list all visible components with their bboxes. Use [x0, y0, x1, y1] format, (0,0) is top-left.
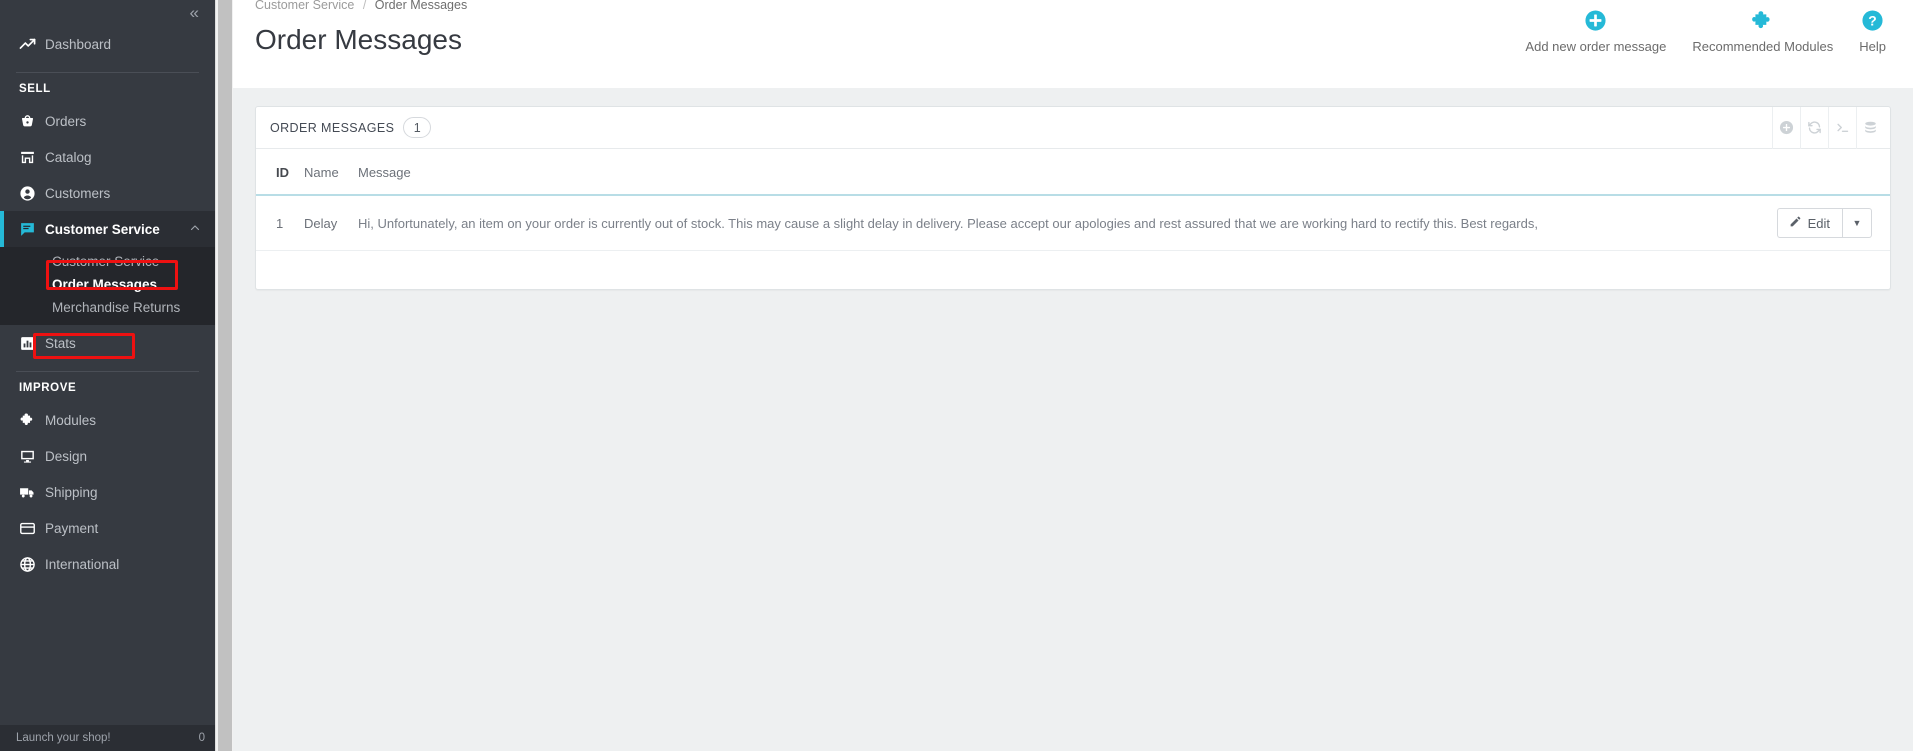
- question-circle-icon: ?: [1861, 8, 1884, 32]
- sidebar-item-design[interactable]: Design: [0, 438, 215, 474]
- sidebar-item-label: Dashboard: [45, 36, 112, 52]
- add-new-order-message-button[interactable]: Add new order message: [1512, 6, 1679, 56]
- table-head: ID Name Message: [256, 149, 1890, 196]
- panel-action-buttons: [1772, 106, 1890, 149]
- basket-icon: [19, 113, 45, 130]
- sidebar-subitem-merchandise-returns[interactable]: Merchandise Returns: [0, 296, 215, 319]
- refresh-icon[interactable]: [1800, 106, 1828, 149]
- puzzle-icon: [19, 412, 45, 429]
- edit-dropdown-toggle[interactable]: ▼: [1842, 208, 1872, 238]
- sidebar-submenu-customer-service: Customer Service Order Messages Merchand…: [0, 247, 215, 325]
- globe-icon: [19, 556, 45, 573]
- page-header: Customer Service / Order Messages Order …: [233, 0, 1913, 88]
- edit-button[interactable]: Edit: [1776, 208, 1842, 238]
- sidebar-item-label: International: [45, 556, 120, 572]
- page-content: ORDER MESSAGES 1 ID Name Message 1 Delay…: [233, 88, 1913, 751]
- cell-message: Hi, Unfortunately, an item on your order…: [352, 195, 1770, 251]
- sidebar-item-customer-service[interactable]: Customer Service: [0, 211, 215, 247]
- sidebar-item-modules[interactable]: Modules: [0, 402, 215, 438]
- pencil-icon: [1789, 215, 1802, 231]
- cell-actions: Edit ▼: [1770, 195, 1890, 251]
- sidebar-subitem-order-messages[interactable]: Order Messages: [0, 273, 215, 296]
- chevron-up-icon: [189, 222, 201, 237]
- panel-title-group: ORDER MESSAGES 1: [270, 117, 432, 138]
- breadcrumb-parent[interactable]: Customer Service: [255, 0, 354, 11]
- column-header-message[interactable]: Message: [352, 149, 1770, 196]
- recommended-modules-button[interactable]: Recommended Modules: [1679, 6, 1846, 56]
- credit-card-icon: [19, 520, 45, 537]
- user-circle-icon: [19, 185, 45, 202]
- puzzle-icon: [1751, 8, 1774, 32]
- sidebar-item-orders[interactable]: Orders: [0, 103, 215, 139]
- panel-title-text: ORDER MESSAGES: [270, 120, 395, 135]
- toolbar-button-label: Recommended Modules: [1692, 39, 1834, 54]
- plus-circle-icon: [1584, 8, 1607, 32]
- trend-up-icon: [19, 36, 45, 53]
- panel-count-badge: 1: [403, 117, 432, 138]
- sidebar-collapse-button[interactable]: «: [0, 0, 215, 26]
- sidebar-item-stats[interactable]: Stats: [0, 325, 215, 361]
- sidebar-item-label: Shipping: [45, 484, 98, 500]
- database-icon[interactable]: [1856, 106, 1890, 149]
- sidebar-item-shipping[interactable]: Shipping: [0, 474, 215, 510]
- panel-footer: [256, 251, 1890, 289]
- breadcrumb-current: Order Messages: [374, 0, 468, 11]
- sidebar-item-dashboard[interactable]: Dashboard: [0, 26, 215, 62]
- sidebar-section-improve: IMPROVE: [19, 382, 77, 394]
- bar-chart-icon: [19, 335, 45, 352]
- monitor-icon: [19, 448, 45, 465]
- page-toolbar: Add new order message Recommended Module…: [1512, 6, 1899, 56]
- sidebar-subitem-customer-service[interactable]: Customer Service: [0, 250, 215, 273]
- sidebar-item-label: Stats: [45, 335, 76, 351]
- sidebar-item-label: Catalog: [45, 149, 92, 165]
- sidebar-item-label: Customer Service: [45, 221, 160, 237]
- svg-text:?: ?: [1868, 12, 1876, 28]
- column-header-actions: [1770, 149, 1890, 196]
- toolbar-button-label: Add new order message: [1525, 39, 1667, 54]
- add-icon[interactable]: [1772, 106, 1800, 149]
- store-icon: [19, 149, 45, 166]
- sidebar-divider-2: [16, 371, 199, 372]
- cell-id: 1: [256, 195, 298, 251]
- message-lines-icon: [19, 221, 45, 238]
- breadcrumb-separator: /: [362, 0, 367, 11]
- page-vertical-scrollbar[interactable]: [215, 0, 233, 751]
- prestashop-admin-app: « Dashboard SELL Orders Catalog Customer…: [0, 0, 1913, 751]
- chevron-down-icon: ▼: [1852, 218, 1862, 228]
- main-sidebar: « Dashboard SELL Orders Catalog Customer…: [0, 0, 215, 751]
- sidebar-item-label: Payment: [45, 520, 99, 536]
- sidebar-footer[interactable]: Launch your shop! 0: [0, 725, 215, 751]
- cell-name: Delay: [298, 195, 352, 251]
- collapse-chevrons-icon: «: [189, 3, 200, 22]
- panel-header: ORDER MESSAGES 1: [256, 106, 1890, 149]
- sidebar-item-label: Orders: [45, 113, 87, 129]
- sidebar-item-customers[interactable]: Customers: [0, 175, 215, 211]
- sidebar-scroll-area: Dashboard SELL Orders Catalog Customers …: [0, 26, 215, 725]
- column-header-name[interactable]: Name: [298, 149, 352, 196]
- launch-shop-count: 0: [198, 732, 205, 744]
- sidebar-divider-1: [16, 72, 199, 73]
- sidebar-section-sell: SELL: [19, 83, 51, 95]
- edit-button-group: Edit ▼: [1776, 208, 1872, 238]
- truck-icon: [19, 484, 45, 501]
- main-content-area: Customer Service / Order Messages Order …: [233, 0, 1913, 751]
- sidebar-item-catalog[interactable]: Catalog: [0, 139, 215, 175]
- sidebar-item-label: Customers: [45, 185, 111, 201]
- sidebar-item-payment[interactable]: Payment: [0, 510, 215, 546]
- launch-shop-label: Launch your shop!: [16, 732, 111, 744]
- table-row[interactable]: 1 Delay Hi, Unfortunately, an item on yo…: [256, 195, 1890, 251]
- toolbar-button-label: Help: [1859, 39, 1886, 54]
- order-messages-table: ID Name Message 1 Delay Hi, Unfortunatel…: [256, 149, 1890, 251]
- sidebar-item-label: Modules: [45, 412, 97, 428]
- table-body: 1 Delay Hi, Unfortunately, an item on yo…: [256, 195, 1890, 251]
- edit-button-label: Edit: [1807, 215, 1830, 231]
- scrollbar-thumb[interactable]: [218, 0, 232, 751]
- terminal-icon[interactable]: [1828, 106, 1856, 149]
- table-header-row: ID Name Message: [256, 149, 1890, 196]
- order-messages-panel: ORDER MESSAGES 1 ID Name Message 1 Delay…: [255, 106, 1891, 290]
- sidebar-item-label: Design: [45, 448, 88, 464]
- sidebar-item-international[interactable]: International: [0, 546, 215, 582]
- column-header-id[interactable]: ID: [256, 149, 298, 196]
- help-button[interactable]: ? Help: [1846, 6, 1899, 56]
